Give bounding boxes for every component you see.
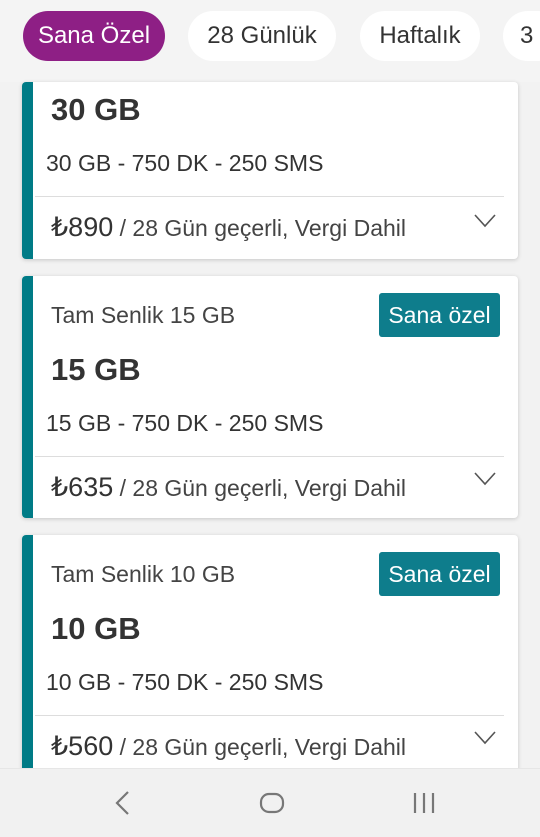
- package-price: ₺635 / 28 Gün geçerli, Vergi Dahil: [51, 472, 406, 503]
- recents-icon[interactable]: [410, 789, 438, 817]
- divider: [35, 715, 504, 716]
- package-name: Tam Senlik 15 GB: [51, 302, 236, 328]
- card-accent-bar: [22, 535, 33, 775]
- divider: [35, 456, 504, 457]
- system-navigation-bar: [0, 768, 540, 837]
- sana-ozel-badge: Sana özel: [379, 552, 500, 596]
- price-validity: / 28 Gün geçerli, Vergi Dahil: [113, 475, 407, 501]
- package-card-15gb[interactable]: Tam Senlik 15 GB Sana özel 15 GB 15 GB -…: [22, 276, 518, 518]
- chevron-down-icon[interactable]: [474, 472, 496, 486]
- card-accent-bar: [22, 276, 33, 518]
- package-details: 15 GB - 750 DK - 250 SMS: [46, 410, 324, 436]
- filter-tabs: Sana Özel 28 Günlük Haftalık 3: [0, 0, 540, 82]
- package-card-10gb[interactable]: Tam Senlik 10 GB Sana özel 10 GB 10 GB -…: [22, 535, 518, 775]
- home-icon[interactable]: [258, 789, 286, 817]
- package-name: Tam Senlik 10 GB: [51, 561, 236, 587]
- package-card-30gb[interactable]: 30 GB 30 GB - 750 DK - 250 SMS ₺890 / 28…: [22, 82, 518, 259]
- divider: [35, 196, 504, 197]
- tab-partial[interactable]: 3: [503, 11, 540, 61]
- back-icon[interactable]: [110, 789, 134, 817]
- card-accent-bar: [22, 82, 33, 259]
- tab-sana-ozel[interactable]: Sana Özel: [23, 11, 165, 61]
- price-amount: ₺890: [51, 212, 114, 242]
- price-validity: / 28 Gün geçerli, Vergi Dahil: [113, 734, 407, 760]
- price-validity: / 28 Gün geçerli, Vergi Dahil: [113, 215, 407, 241]
- package-data-amount: 15 GB: [51, 352, 141, 387]
- chevron-down-icon[interactable]: [474, 214, 496, 228]
- sana-ozel-badge: Sana özel: [379, 293, 500, 337]
- package-details: 30 GB - 750 DK - 250 SMS: [46, 150, 324, 176]
- package-data-amount: 10 GB: [51, 611, 141, 646]
- package-details: 10 GB - 750 DK - 250 SMS: [46, 669, 324, 695]
- tab-28-gunluk[interactable]: 28 Günlük: [188, 11, 336, 61]
- chevron-down-icon[interactable]: [474, 731, 496, 745]
- package-price: ₺890 / 28 Gün geçerli, Vergi Dahil: [51, 212, 406, 243]
- package-data-amount: 30 GB: [51, 92, 141, 127]
- price-amount: ₺560: [51, 731, 114, 761]
- package-price: ₺560 / 28 Gün geçerli, Vergi Dahil: [51, 731, 406, 762]
- price-amount: ₺635: [51, 472, 114, 502]
- tab-haftalik[interactable]: Haftalık: [360, 11, 480, 61]
